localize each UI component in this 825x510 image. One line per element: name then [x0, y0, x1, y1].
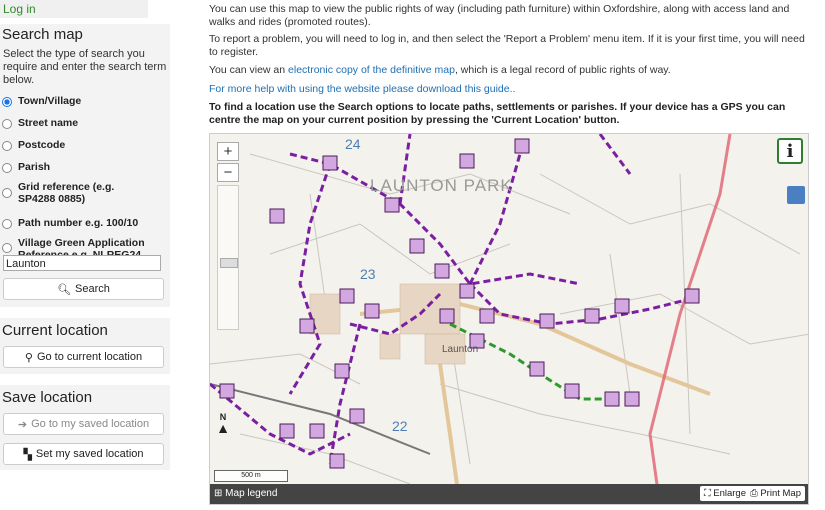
print-icon: ⎙ — [750, 488, 761, 499]
radio-path-number[interactable]: Path number e.g. 100/10 — [0, 217, 170, 237]
go-to-current-location-button[interactable]: ⚲ Go to current location — [3, 346, 164, 368]
radio-label: Path number e.g. 100/10 — [18, 217, 139, 229]
radio-label: Parish — [18, 161, 51, 173]
radio-button[interactable] — [2, 119, 12, 129]
map-footer: ⊞ Map legend ⛶ Enlarge ⎙ Print Map — [210, 484, 808, 504]
grid-label: 24 — [345, 136, 361, 152]
set-saved-location-button[interactable]: ▚ Set my saved location — [3, 443, 164, 465]
enlarge-icon: ⛶ — [703, 488, 714, 499]
zoom-in-button[interactable]: + — [217, 142, 239, 161]
radio-street-name[interactable]: Street name — [0, 117, 170, 139]
radio-label: Street name — [18, 117, 79, 129]
radio-label: Grid reference (e.g. SP4288 0885) — [18, 181, 115, 205]
radio-button[interactable] — [2, 219, 12, 229]
sidebar: Log in Search map Select the type of sea… — [0, 0, 170, 510]
set-saved-location-label: Set my saved location — [35, 448, 144, 460]
radio-button[interactable] — [2, 243, 12, 253]
current-location-title: Current location — [2, 322, 108, 339]
search-icon: 🔍︎ — [57, 283, 72, 296]
map-marker-icon: ⚲ — [24, 351, 33, 364]
report-problem-paragraph: To report a problem, you will need to lo… — [209, 33, 805, 58]
radio-label: Postcode — [18, 139, 66, 151]
radio-parish[interactable]: Parish — [0, 161, 170, 181]
search-map-description: Select the type of search you require an… — [3, 48, 167, 86]
expand-icon: ⊞ — [214, 488, 226, 499]
search-map-panel: Search map Select the type of search you… — [0, 24, 170, 307]
help-guide-link[interactable]: For more help with using the website ple… — [209, 83, 515, 95]
search-input[interactable]: Launton — [3, 255, 161, 271]
grid-label: 23 — [360, 266, 376, 282]
radio-postcode[interactable]: Postcode — [0, 139, 170, 161]
radio-button[interactable] — [2, 188, 12, 198]
place-name-label: LAUNTON PARK — [370, 176, 513, 195]
village-name-label: Launton — [442, 344, 479, 355]
help-guide-paragraph: For more help with using the website ple… — [209, 83, 809, 96]
print-map-button[interactable]: ⎙ Print Map — [746, 486, 805, 501]
radio-label: Town/Village — [18, 95, 82, 107]
radio-town-village[interactable]: Town/Village — [0, 95, 170, 117]
definitive-map-prefix: You can view an — [209, 64, 289, 76]
login-bar: Log in — [0, 0, 148, 18]
search-map-title: Search map — [2, 26, 83, 43]
search-button-label: Search — [75, 283, 110, 295]
zoom-out-button[interactable]: − — [217, 163, 239, 182]
zoom-slider-handle[interactable] — [220, 258, 238, 268]
definitive-map-link[interactable]: electronic copy of the definitive map — [288, 64, 455, 76]
arrow-right-icon: ➔ — [17, 418, 28, 431]
intro-paragraph: You can use this map to view the public … — [209, 3, 790, 28]
radio-grid-reference[interactable]: Grid reference (e.g. SP4288 0885) — [0, 181, 170, 217]
radio-button[interactable] — [2, 141, 12, 151]
current-location-panel: Current location ⚲ Go to current location — [0, 318, 170, 374]
enlarge-label: Enlarge — [713, 488, 746, 499]
radio-button[interactable] — [2, 97, 12, 107]
map-view[interactable]: + − i 24 23 22 LAUNTON PARK Launton N ▲ 5… — [209, 133, 809, 505]
definitive-map-paragraph: You can view an electronic copy of the d… — [209, 64, 809, 77]
scale-bar: 500 m — [214, 470, 288, 482]
go-to-current-location-label: Go to current location — [36, 351, 143, 363]
login-link[interactable]: Log in — [3, 2, 36, 16]
search-button[interactable]: 🔍︎ Search — [3, 278, 164, 300]
enlarge-button[interactable]: ⛶ Enlarge — [699, 486, 750, 501]
layers-icon[interactable] — [787, 186, 805, 204]
search-instructions: To find a location use the Search option… — [209, 101, 786, 126]
save-location-title: Save location — [2, 389, 93, 406]
print-label: Print Map — [760, 488, 801, 499]
radio-button[interactable] — [2, 163, 12, 173]
grid-label: 22 — [392, 418, 408, 434]
map-legend-label: Map legend — [225, 488, 278, 499]
go-to-saved-location-label: Go to my saved location — [31, 418, 150, 430]
definitive-map-suffix: , which is a legal record of public righ… — [454, 64, 671, 76]
go-to-saved-location-button[interactable]: ➔ Go to my saved location — [3, 413, 164, 435]
zoom-slider[interactable] — [217, 185, 239, 330]
north-arrow-icon: N ▲ — [216, 412, 230, 436]
save-location-panel: Save location ➔ Go to my saved location ▚… — [0, 385, 170, 470]
map-info-button[interactable]: i — [777, 138, 803, 164]
map-legend-button[interactable]: ⊞ Map legend — [214, 488, 277, 499]
bookmark-icon: ▚ — [23, 448, 32, 461]
